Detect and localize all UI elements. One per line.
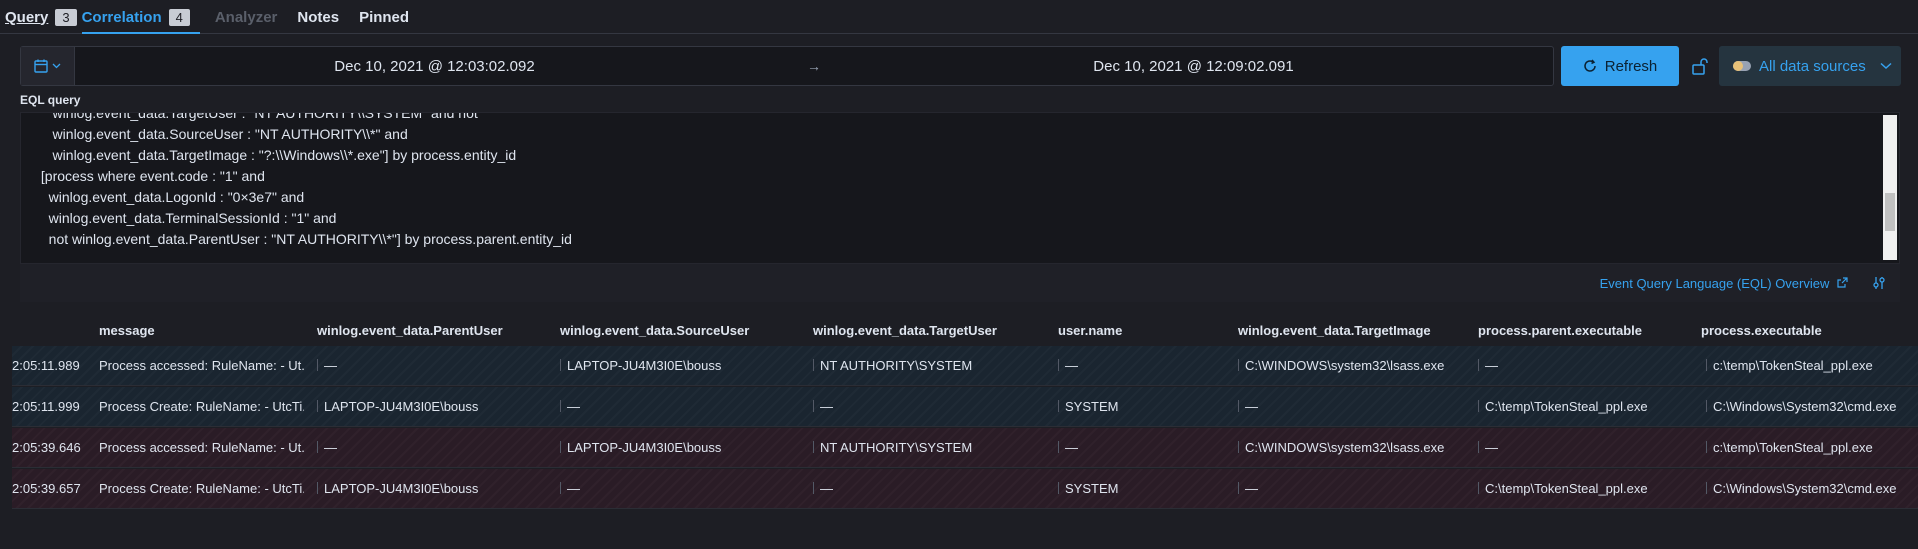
- eql-scrollbar-thumb[interactable]: [1885, 193, 1895, 231]
- cell-target-image: —: [1238, 399, 1468, 414]
- refresh-button[interactable]: Refresh: [1561, 46, 1679, 86]
- cell-source-user: —: [560, 481, 805, 496]
- eql-label: EQL query: [20, 93, 81, 107]
- tab-correlation-label: Correlation: [81, 8, 162, 26]
- cell-exe: C:\Windows\System32\cmd.exe: [1706, 481, 1918, 496]
- cell-time: 2:05:39.657: [12, 481, 81, 496]
- cell-parent-exe: —: [1478, 358, 1693, 373]
- cell-parent-user: LAPTOP-JU4M3I0E\bouss: [317, 481, 552, 496]
- eql-overview-link[interactable]: Event Query Language (EQL) Overview: [1600, 276, 1848, 291]
- column-header[interactable]: winlog.event_data.TargetImage: [1238, 323, 1431, 338]
- settings-icon[interactable]: [1872, 276, 1886, 290]
- cell-parent-exe: C:\temp\TokenSteal_ppl.exe: [1478, 399, 1693, 414]
- table-row[interactable]: 2:05:11.999 Process Create: RuleName: - U…: [12, 387, 1918, 427]
- column-header[interactable]: process.parent.executable: [1478, 323, 1642, 338]
- chevron-down-icon: [52, 63, 61, 69]
- unlock-icon[interactable]: [1690, 56, 1710, 76]
- date-picker: Dec 10, 2021 @ 12:03:02.092 → Dec 10, 20…: [20, 46, 1554, 86]
- column-header[interactable]: winlog.event_data.SourceUser: [560, 323, 749, 338]
- tab-correlation[interactable]: Correlation 4: [0, 0, 201, 34]
- cell-time: 2:05:11.989: [12, 358, 80, 373]
- eql-overview-link-label: Event Query Language (EQL) Overview: [1599, 276, 1830, 291]
- cell-user-name: SYSTEM: [1058, 399, 1228, 414]
- cell-source-user: LAPTOP-JU4M3I0E\bouss: [560, 358, 805, 373]
- cell-parent-exe: —: [1478, 440, 1693, 455]
- cell-source-user: —: [560, 399, 805, 414]
- eql-query-text: winlog.event_data.TargetUser : "NT AUTHO…: [40, 112, 572, 247]
- refresh-label: Refresh: [1604, 57, 1658, 75]
- cell-source-user: LAPTOP-JU4M3I0E\bouss: [560, 440, 805, 455]
- cell-exe: c:\temp\TokenSteal_ppl.exe: [1706, 440, 1918, 455]
- tab-notes[interactable]: Notes: [292, 0, 344, 34]
- cell-target-image: C:\WINDOWS\system32\lsass.exe: [1238, 358, 1468, 373]
- chevron-down-icon: [1880, 62, 1892, 70]
- cell-parent-user: —: [317, 358, 552, 373]
- refresh-icon: [1584, 59, 1596, 72]
- eql-query-textarea[interactable]: winlog.event_data.TargetUser : "NT AUTHO…: [20, 112, 1900, 264]
- cell-target-user: NT AUTHORITY\SYSTEM: [813, 358, 1048, 373]
- quick-menu-button[interactable]: [21, 47, 75, 85]
- table-row[interactable]: 2:05:39.657 Process Create: RuleName: - U…: [12, 469, 1918, 509]
- table-header: message winlog.event_data.ParentUser win…: [0, 320, 1918, 342]
- column-header[interactable]: user.name: [1058, 323, 1122, 338]
- cell-user-name: —: [1058, 358, 1228, 373]
- external-link-icon: [1837, 277, 1848, 288]
- cell-message: Process accessed: RuleName: - Ut...: [99, 440, 304, 455]
- column-header[interactable]: process.executable: [1701, 323, 1822, 338]
- cell-exe: c:\temp\TokenSteal_ppl.exe: [1706, 358, 1918, 373]
- column-header[interactable]: message: [99, 323, 155, 338]
- arrow-right-icon: →: [807, 58, 821, 74]
- tab-correlation-badge: 4: [168, 8, 190, 26]
- tab-analyzer[interactable]: Analyzer: [210, 0, 283, 34]
- cell-message: Process accessed: RuleName: - Ut...: [99, 358, 304, 373]
- cell-target-user: NT AUTHORITY\SYSTEM: [813, 440, 1048, 455]
- eql-footer: Event Query Language (EQL) Overview: [20, 264, 1900, 302]
- cell-target-user: —: [813, 399, 1048, 414]
- cell-parent-user: LAPTOP-JU4M3I0E\bouss: [317, 399, 552, 414]
- cell-message: Process Create: RuleName: - UtcTi...: [99, 481, 304, 496]
- eql-scrollbar[interactable]: [1883, 115, 1897, 260]
- start-date[interactable]: Dec 10, 2021 @ 12:03:02.092: [75, 58, 794, 75]
- cell-time: 2:05:11.999: [12, 399, 80, 414]
- data-sources-label: All data sources: [1759, 57, 1866, 75]
- cell-message: Process Create: RuleName: - UtcTi...: [99, 399, 304, 414]
- table-row[interactable]: 2:05:39.646 Process accessed: RuleName: -…: [12, 428, 1918, 468]
- timeline-tabs: Query 3 Correlation 4 Analyzer Notes Pin…: [0, 0, 1918, 34]
- cell-user-name: —: [1058, 440, 1228, 455]
- toggle-icon: [1733, 61, 1751, 71]
- cell-parent-exe: C:\temp\TokenSteal_ppl.exe: [1478, 481, 1693, 496]
- cell-target-image: —: [1238, 481, 1468, 496]
- column-header[interactable]: winlog.event_data.ParentUser: [317, 323, 503, 338]
- cell-time: 2:05:39.646: [12, 440, 81, 455]
- table-row[interactable]: 2:05:11.989 Process accessed: RuleName: -…: [12, 346, 1918, 386]
- cell-parent-user: —: [317, 440, 552, 455]
- cell-target-image: C:\WINDOWS\system32\lsass.exe: [1238, 440, 1468, 455]
- end-date[interactable]: Dec 10, 2021 @ 12:09:02.091: [834, 58, 1553, 75]
- cell-user-name: SYSTEM: [1058, 481, 1228, 496]
- cell-target-user: —: [813, 481, 1048, 496]
- cell-exe: C:\Windows\System32\cmd.exe: [1706, 399, 1918, 414]
- data-sources-button[interactable]: All data sources: [1719, 46, 1901, 86]
- tab-pinned[interactable]: Pinned: [354, 0, 414, 34]
- calendar-icon: [34, 59, 48, 73]
- column-header[interactable]: winlog.event_data.TargetUser: [813, 323, 997, 338]
